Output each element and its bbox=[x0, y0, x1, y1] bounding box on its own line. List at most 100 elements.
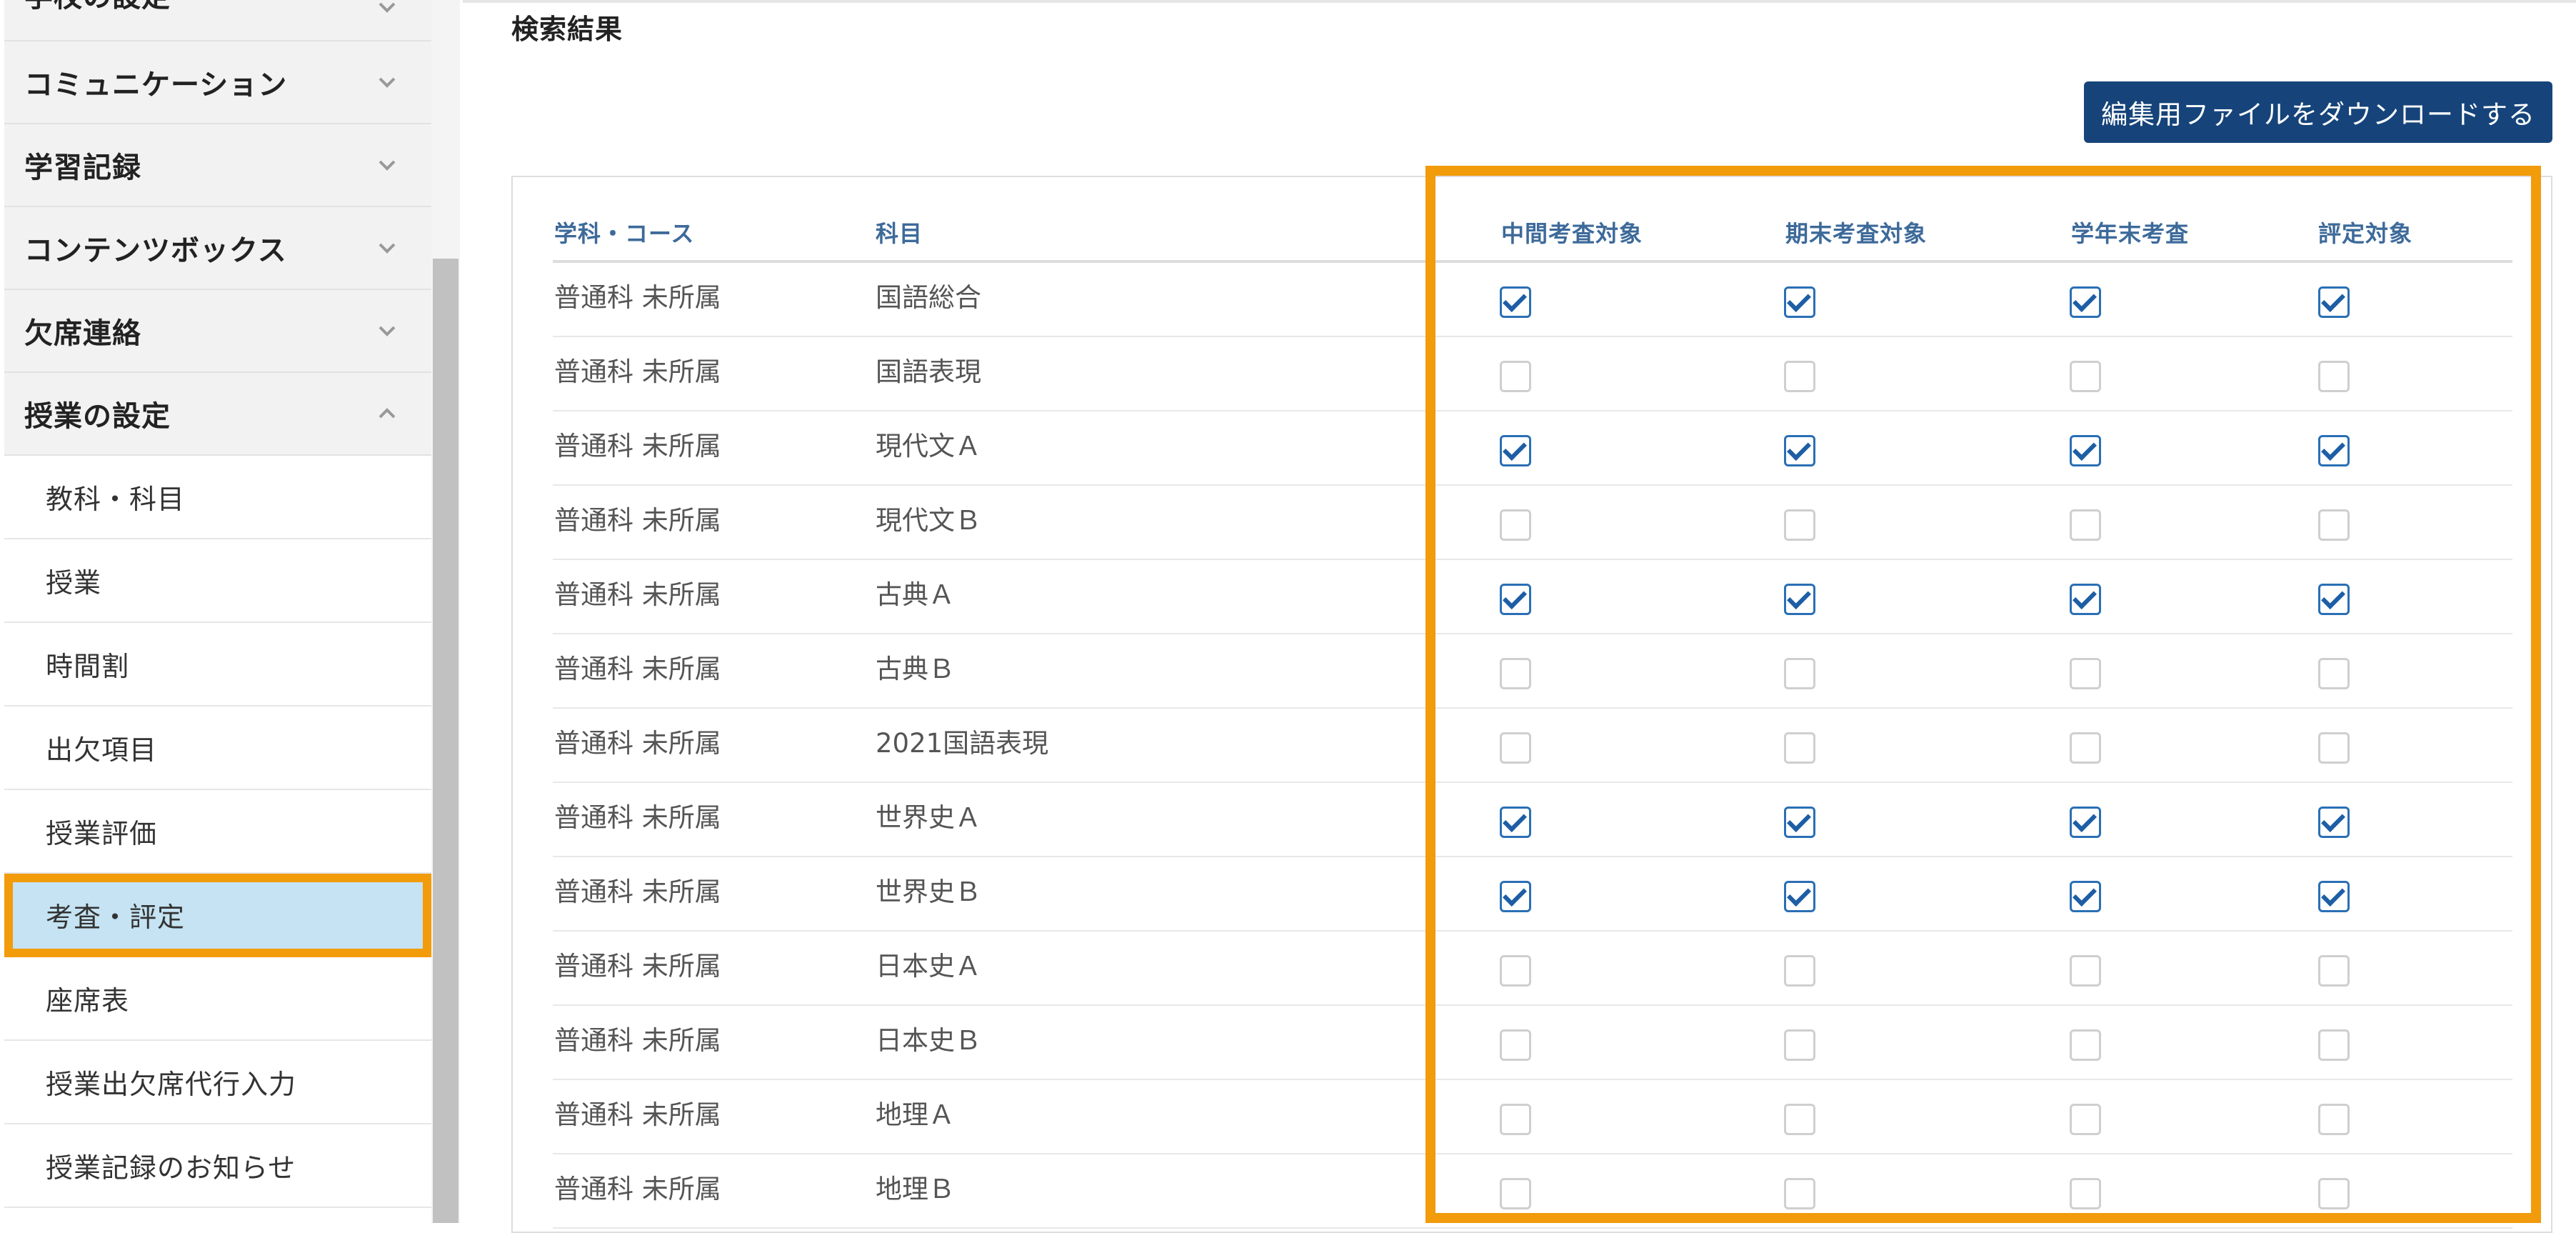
checkbox-midterm[interactable] bbox=[1500, 1178, 1531, 1209]
checkbox-year-end[interactable] bbox=[2070, 881, 2101, 912]
checkbox-evaluation[interactable] bbox=[2318, 955, 2350, 987]
checkbox-year-end[interactable] bbox=[2070, 584, 2101, 615]
download-edit-file-button[interactable]: 編集用ファイルをダウンロードする bbox=[2084, 81, 2552, 143]
checkbox-year-end[interactable] bbox=[2070, 807, 2101, 838]
cell-course: 普通科 未所属 bbox=[554, 877, 721, 907]
checkbox-year-end[interactable] bbox=[2070, 435, 2101, 466]
checkbox-evaluation[interactable] bbox=[2318, 1178, 2350, 1209]
checkbox-final[interactable] bbox=[1784, 658, 1815, 689]
checkbox-evaluation[interactable] bbox=[2318, 807, 2350, 838]
column-header-midterm[interactable]: 中間考査対象 bbox=[1501, 216, 1643, 249]
sidebar-group-learning-records[interactable]: 学習記録 bbox=[4, 124, 431, 207]
checkbox-midterm[interactable] bbox=[1500, 1104, 1531, 1135]
cell-subject: 地理Ａ bbox=[876, 1099, 955, 1130]
checkbox-evaluation[interactable] bbox=[2318, 435, 2350, 466]
checkbox-evaluation[interactable] bbox=[2318, 361, 2350, 392]
checkbox-evaluation[interactable] bbox=[2318, 1029, 2350, 1061]
checkbox-year-end[interactable] bbox=[2070, 509, 2101, 541]
sidebar-group-label: 授業の設定 bbox=[24, 400, 171, 433]
column-header-final[interactable]: 期末考査対象 bbox=[1785, 216, 1927, 249]
checkbox-midterm[interactable] bbox=[1500, 286, 1531, 318]
checkbox-year-end[interactable] bbox=[2070, 955, 2101, 987]
table-row: 普通科 未所属 2021国語表現 bbox=[553, 709, 2512, 783]
table-row: 普通科 未所属 世界史Ｂ bbox=[553, 857, 2512, 932]
sidebar-item-subjects[interactable]: 教科・科目 bbox=[4, 456, 431, 539]
checkbox-final[interactable] bbox=[1784, 361, 1815, 392]
sidebar-group-absence-contact[interactable]: 欠席連絡 bbox=[4, 290, 431, 373]
checkbox-evaluation[interactable] bbox=[2318, 1104, 2350, 1135]
cell-subject: 古典Ｂ bbox=[876, 654, 955, 684]
checkbox-year-end[interactable] bbox=[2070, 732, 2101, 764]
cell-subject: 地理Ｂ bbox=[876, 1174, 955, 1204]
sidebar-item-timetable[interactable]: 時間割 bbox=[4, 623, 431, 707]
checkbox-final[interactable] bbox=[1784, 435, 1815, 466]
checkbox-final[interactable] bbox=[1784, 1104, 1815, 1135]
sidebar-item-attendance-items[interactable]: 出欠項目 bbox=[4, 707, 431, 790]
column-header-year-end[interactable]: 学年末考査 bbox=[2071, 216, 2189, 249]
column-header-subject[interactable]: 科目 bbox=[876, 216, 923, 249]
checkbox-year-end[interactable] bbox=[2070, 658, 2101, 689]
sidebar-item-seating-chart[interactable]: 座席表 bbox=[4, 957, 431, 1041]
table-row: 普通科 未所属 日本史Ｂ bbox=[553, 1006, 2512, 1080]
cell-subject: 2021国語表現 bbox=[876, 728, 1049, 759]
checkbox-midterm[interactable] bbox=[1500, 435, 1531, 466]
checkbox-evaluation[interactable] bbox=[2318, 286, 2350, 318]
checkbox-final[interactable] bbox=[1784, 509, 1815, 541]
sidebar-group-class-settings[interactable]: 授業の設定 bbox=[4, 373, 431, 456]
checkbox-final[interactable] bbox=[1784, 732, 1815, 764]
checkbox-midterm[interactable] bbox=[1500, 955, 1531, 987]
checkbox-evaluation[interactable] bbox=[2318, 881, 2350, 912]
sidebar-group-contents-box[interactable]: コンテンツボックス bbox=[4, 207, 431, 290]
checkbox-final[interactable] bbox=[1784, 807, 1815, 838]
checkbox-evaluation[interactable] bbox=[2318, 584, 2350, 615]
checkbox-final[interactable] bbox=[1784, 286, 1815, 318]
sidebar-nav: 学校の設定 コミュニケーション 学習記録 コンテンツボックス 欠席連絡 授業の設… bbox=[4, 0, 431, 1208]
cell-subject: 国語表現 bbox=[876, 356, 981, 387]
checkbox-midterm[interactable] bbox=[1500, 732, 1531, 764]
checkbox-year-end[interactable] bbox=[2070, 1178, 2101, 1209]
table-row: 普通科 未所属 日本史Ａ bbox=[553, 932, 2512, 1006]
sidebar-item-exams-grades[interactable]: 考査・評定 bbox=[4, 874, 431, 957]
checkbox-final[interactable] bbox=[1784, 1029, 1815, 1061]
checkbox-year-end[interactable] bbox=[2070, 286, 2101, 318]
sidebar-item-label: 座席表 bbox=[46, 985, 130, 1017]
checkbox-final[interactable] bbox=[1784, 584, 1815, 615]
column-header-evaluation[interactable]: 評定対象 bbox=[2318, 216, 2412, 249]
checkbox-year-end[interactable] bbox=[2070, 361, 2101, 392]
table-row: 普通科 未所属 現代文Ｂ bbox=[553, 486, 2512, 560]
sidebar-item-label: 授業記録のお知らせ bbox=[46, 1152, 296, 1184]
checkbox-midterm[interactable] bbox=[1500, 881, 1531, 912]
checkbox-midterm[interactable] bbox=[1500, 1029, 1531, 1061]
sidebar-item-proxy-attendance-input[interactable]: 授業出欠席代行入力 bbox=[4, 1041, 431, 1124]
sidebar-group-school-settings[interactable]: 学校の設定 bbox=[4, 0, 431, 41]
checkbox-final[interactable] bbox=[1784, 881, 1815, 912]
checkbox-final[interactable] bbox=[1784, 955, 1815, 987]
checkbox-evaluation[interactable] bbox=[2318, 509, 2350, 541]
sidebar-item-label: 授業出欠席代行入力 bbox=[46, 1069, 297, 1100]
cell-subject: 世界史Ｂ bbox=[876, 877, 981, 907]
sidebar-item-classes[interactable]: 授業 bbox=[4, 539, 431, 623]
checkbox-midterm[interactable] bbox=[1500, 509, 1531, 541]
cell-course: 普通科 未所属 bbox=[554, 579, 721, 610]
sidebar-item-class-record-notices[interactable]: 授業記録のお知らせ bbox=[4, 1124, 431, 1208]
table-row: 普通科 未所属 地理Ｂ bbox=[553, 1154, 2512, 1229]
cell-course: 普通科 未所属 bbox=[554, 505, 721, 536]
table-row: 普通科 未所属 世界史Ａ bbox=[553, 783, 2512, 857]
sidebar-group-communication[interactable]: コミュニケーション bbox=[4, 41, 431, 124]
checkbox-midterm[interactable] bbox=[1500, 584, 1531, 615]
table-row: 普通科 未所属 古典Ｂ bbox=[553, 634, 2512, 709]
section-title: 検索結果 bbox=[511, 14, 623, 45]
checkbox-midterm[interactable] bbox=[1500, 658, 1531, 689]
checkbox-year-end[interactable] bbox=[2070, 1104, 2101, 1135]
checkbox-midterm[interactable] bbox=[1500, 807, 1531, 838]
checkbox-year-end[interactable] bbox=[2070, 1029, 2101, 1061]
checkbox-evaluation[interactable] bbox=[2318, 658, 2350, 689]
checkbox-midterm[interactable] bbox=[1500, 361, 1531, 392]
table-row: 普通科 未所属 現代文Ａ bbox=[553, 411, 2512, 486]
sidebar-scrollbar-thumb[interactable] bbox=[433, 259, 458, 1223]
checkbox-evaluation[interactable] bbox=[2318, 732, 2350, 764]
column-header-course[interactable]: 学科・コース bbox=[554, 216, 694, 249]
sidebar-item-class-evaluation[interactable]: 授業評価 bbox=[4, 790, 431, 874]
checkbox-final[interactable] bbox=[1784, 1178, 1815, 1209]
chevron-down-icon bbox=[379, 160, 396, 171]
